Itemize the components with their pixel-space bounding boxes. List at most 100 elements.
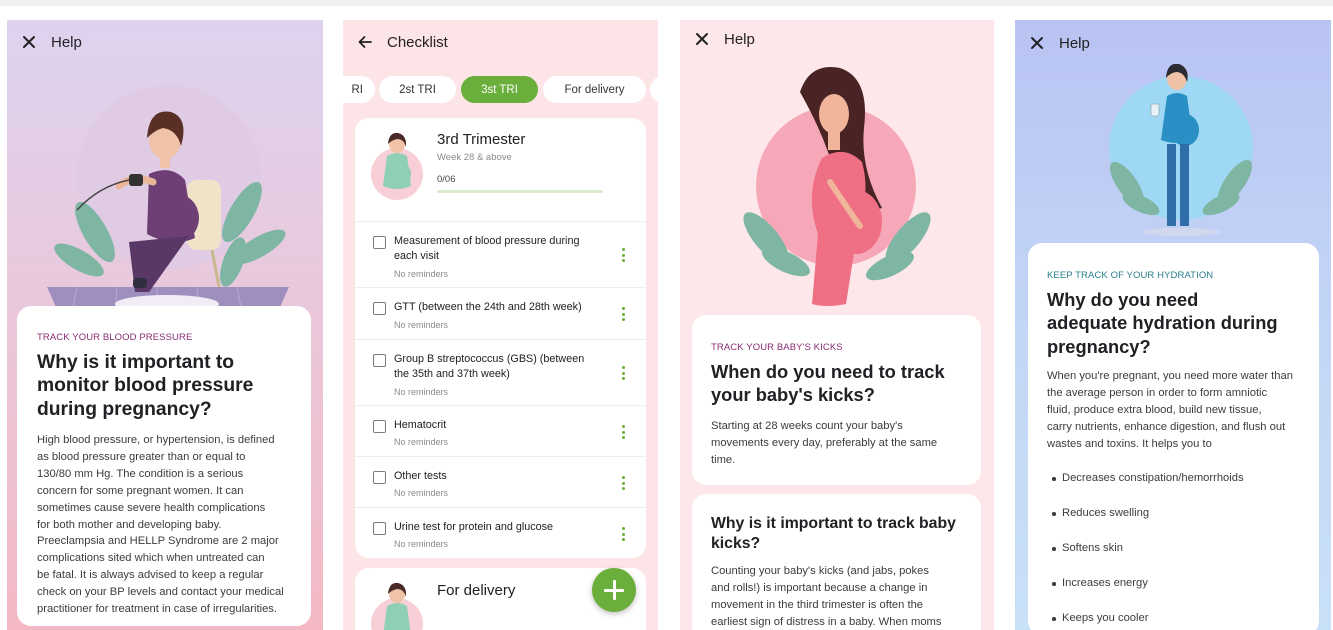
item-title-line: Other tests [394, 470, 447, 482]
heading-line: kicks? [711, 535, 761, 552]
delivery-title: For delivery [437, 582, 516, 599]
tab-3st-tri[interactable]: 3st TRI [461, 76, 538, 103]
trimester-card: 3rd Trimester Week 28 & above 0/06 Measu… [355, 118, 646, 558]
card-body: High blood pressure, or hypertension, is… [37, 432, 309, 618]
section-kicker: KEEP TRACK OF YOUR HYDRATION [1047, 270, 1214, 281]
heading-line: adequate hydration during [1047, 312, 1278, 334]
item-reminder: No reminders [394, 269, 449, 279]
heading-line: during pregnancy? [37, 398, 212, 420]
body-line: movement in the third trimester is often… [711, 598, 924, 611]
checklist-item[interactable]: Measurement of blood pressure during eac… [355, 222, 646, 288]
tab-2st-tri[interactable]: 2st TRI [379, 76, 456, 103]
tab-overflow[interactable] [650, 76, 658, 103]
checklist-item[interactable]: Other tests No reminders [355, 457, 646, 508]
item-reminder: No reminders [394, 488, 449, 498]
checkbox[interactable] [373, 420, 386, 433]
item-title-line: each visit [394, 250, 440, 262]
checklist-item[interactable]: Urine test for protein and glucose No re… [355, 508, 646, 558]
item-title-line: Measurement of blood pressure during [394, 235, 580, 247]
item-reminder: No reminders [394, 539, 449, 549]
more-vert-icon[interactable] [621, 366, 627, 382]
body-line: carry nutrients, enhance digestion, and … [1047, 420, 1286, 433]
body-line: movements every day, preferably at the s… [711, 436, 938, 449]
list-item: Increases energy [1050, 577, 1310, 612]
top-app-bar: Help [7, 20, 323, 64]
section-kicker: TRACK YOUR BABY'S KICKS [711, 342, 843, 353]
tab-1st-tri[interactable]: RI [343, 76, 375, 103]
card-body: When you're pregnant, you need more wate… [1047, 368, 1315, 453]
woman-measuring-blood-pressure-illustration [47, 85, 289, 318]
screen-hydration-help: Help KEEP TRACK OF YOUR HYDRATION Why do… [1015, 20, 1331, 630]
kicks-why-card: Why is it important to track baby kicks?… [692, 494, 981, 630]
heading-line: Why is it important to track baby [711, 515, 956, 532]
body-line: check on your BP levels and contact your… [37, 586, 284, 599]
checkbox[interactable] [373, 522, 386, 535]
body-line: the average person in order to form amni… [1047, 386, 1268, 399]
card-heading: Why do you need adequate hydration durin… [1047, 288, 1278, 358]
arrow-left-icon[interactable] [357, 34, 373, 50]
heading-line: Why is it important to [37, 352, 235, 373]
more-vert-icon[interactable] [621, 248, 627, 264]
section-kicker: TRACK YOUR BLOOD PRESSURE [37, 332, 193, 343]
more-vert-icon[interactable] [621, 476, 627, 492]
top-app-bar: Help [1015, 20, 1331, 66]
top-divider [0, 0, 1333, 6]
kicks-when-card: TRACK YOUR BABY'S KICKS When do you need… [692, 315, 981, 485]
body-line: wastes and toxins. It helps you to [1047, 437, 1212, 450]
heading-line: monitor blood pressure [37, 375, 254, 397]
screen-checklist: Checklist RI 2st TRI 3st TRI For deliver… [343, 20, 658, 630]
item-title: Measurement of blood pressure during eac… [394, 234, 606, 264]
add-item-button[interactable] [592, 568, 636, 612]
card-heading: Why is it important to track baby kicks? [711, 514, 956, 554]
item-title: Other tests [394, 469, 606, 484]
item-title-line: Hematocrit [394, 419, 447, 431]
list-item: Reduces swelling [1050, 507, 1310, 542]
card-heading: When do you need to track your baby's ki… [711, 360, 945, 406]
checkbox[interactable] [373, 236, 386, 249]
trimester-tabs: RI 2st TRI 3st TRI For delivery [343, 76, 658, 106]
list-item: Softens skin [1050, 542, 1310, 577]
info-card: TRACK YOUR BLOOD PRESSURE Why is it impo… [17, 306, 311, 626]
item-title-line: Urine test for protein and glucose [394, 521, 554, 533]
info-card: KEEP TRACK OF YOUR HYDRATION Why do you … [1028, 243, 1319, 630]
body-line: Starting at 28 weeks count your baby's [711, 420, 903, 432]
body-line: complications sited which when untreated… [37, 552, 265, 565]
checkbox[interactable] [373, 354, 386, 367]
top-app-bar: Checklist [343, 20, 658, 64]
screen-title: Help [51, 33, 82, 51]
pregnant-woman-thumbnail [371, 132, 423, 200]
item-reminder: No reminders [394, 387, 449, 397]
list-item: Keeps you cooler [1050, 612, 1310, 630]
checkbox[interactable] [373, 302, 386, 315]
body-line: fluid, produce extra blood, build new ti… [1047, 403, 1262, 416]
heading-line: your baby's kicks? [711, 384, 875, 405]
body-line: sometimes cause severe health complicati… [37, 501, 266, 514]
body-line: When you're pregnant, you need more wate… [1047, 370, 1293, 382]
close-icon[interactable] [21, 34, 37, 50]
item-title: GTT (between the 24th and 28th week) [394, 300, 606, 315]
close-icon[interactable] [1029, 35, 1045, 51]
item-reminder: No reminders [394, 320, 449, 330]
checkbox[interactable] [373, 471, 386, 484]
item-title: Urine test for protein and glucose [394, 520, 606, 535]
card-heading: Why is it important to monitor blood pre… [37, 351, 253, 421]
screen-blood-pressure-help: Help TRACK YOUR BLOOD PRESSURE Why is it… [7, 20, 323, 630]
card-body: Counting your baby's kicks (and jabs, po… [711, 563, 973, 630]
heading-line: When do you need to track [711, 361, 945, 382]
checklist-item[interactable]: GTT (between the 24th and 28th week) No … [355, 288, 646, 340]
benefits-list: Decreases constipation/hemorrhoids Reduc… [1050, 472, 1310, 630]
checklist-item[interactable]: Group B streptococcus (GBS) (between the… [355, 340, 646, 406]
item-reminder: No reminders [394, 437, 449, 447]
pregnant-woman-illustration [743, 67, 931, 306]
close-icon[interactable] [694, 31, 710, 47]
body-line: 130/80 mm Hg. The condition is a serious [37, 467, 244, 480]
body-line: Preeclampsia and HELLP Syndrome are 2 ma… [37, 535, 279, 548]
body-line: Counting your baby's kicks (and jabs, po… [711, 565, 929, 577]
item-title-line: Group B streptococcus (GBS) (between [394, 353, 585, 365]
more-vert-icon[interactable] [621, 527, 627, 543]
more-vert-icon[interactable] [621, 425, 627, 441]
more-vert-icon[interactable] [621, 307, 627, 323]
tab-for-delivery[interactable]: For delivery [543, 76, 646, 103]
trimester-title: 3rd Trimester [437, 131, 526, 148]
checklist-item[interactable]: Hematocrit No reminders [355, 406, 646, 457]
